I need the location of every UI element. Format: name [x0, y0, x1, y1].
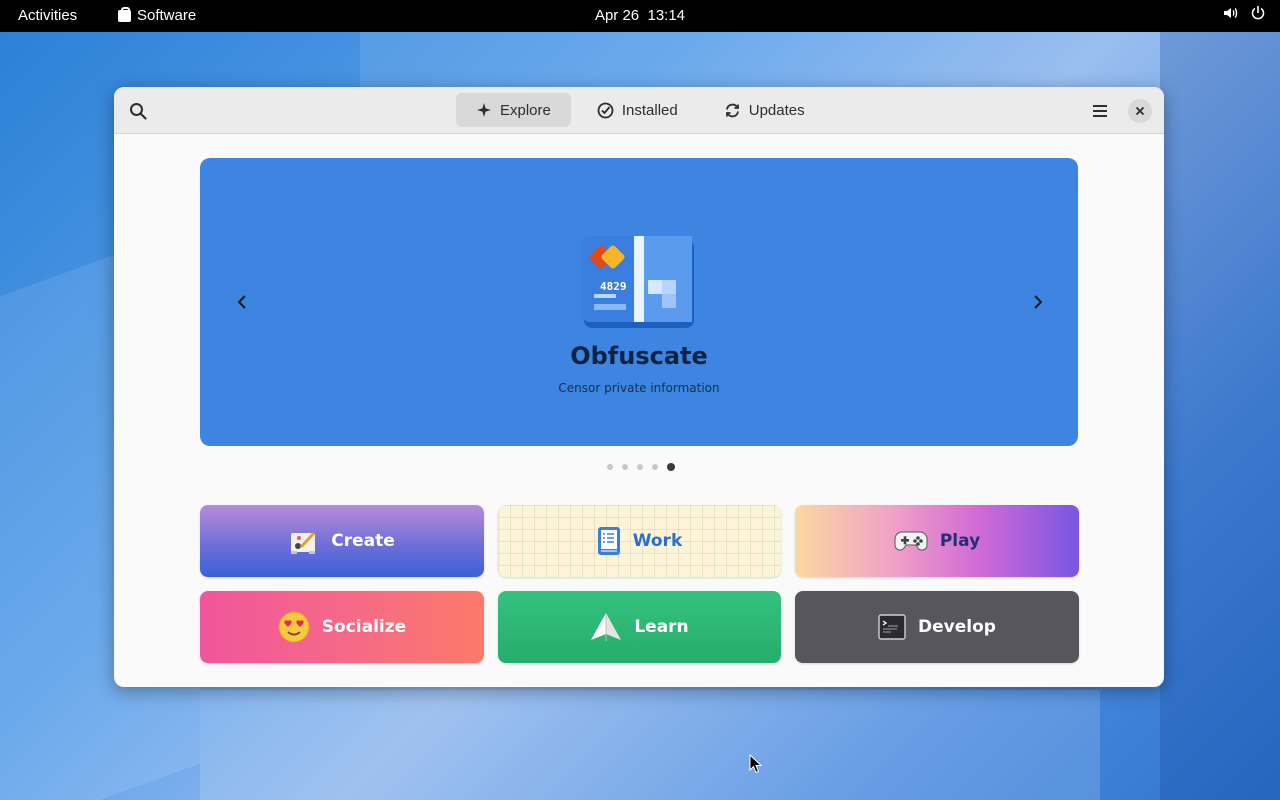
- clock[interactable]: Apr 26 13:14: [595, 7, 685, 24]
- tab-explore-label: Explore: [500, 101, 551, 119]
- main-menu-button[interactable]: [1088, 100, 1112, 122]
- category-socialize-label: Socialize: [321, 617, 407, 637]
- mouse-cursor-icon: [749, 754, 763, 774]
- category-work-label: Work: [632, 531, 683, 551]
- category-play-label: Play: [939, 531, 981, 551]
- tab-updates[interactable]: Updates: [704, 93, 825, 127]
- app-icon-text: 4829: [600, 280, 627, 293]
- view-switcher: Explore Installed Updates: [456, 93, 825, 127]
- tab-explore[interactable]: Explore: [456, 93, 571, 127]
- carousel-dot[interactable]: [652, 464, 658, 470]
- tab-installed[interactable]: Installed: [577, 93, 698, 127]
- category-socialize[interactable]: Socialize: [200, 591, 484, 663]
- hamburger-menu-icon: [1093, 105, 1107, 117]
- search-icon: [130, 103, 147, 120]
- carousel-indicator: [607, 463, 675, 471]
- system-status[interactable]: [1222, 5, 1266, 21]
- category-learn[interactable]: Learn: [498, 591, 781, 663]
- refresh-icon: [725, 103, 739, 117]
- tab-installed-label: Installed: [621, 101, 678, 119]
- close-button[interactable]: [1128, 99, 1152, 123]
- clock-container: Apr 26 13:14: [0, 7, 1280, 24]
- heart-eyes-emoji-icon: [278, 611, 310, 643]
- search-button[interactable]: [126, 99, 150, 123]
- carousel-next-button[interactable]: [1026, 290, 1050, 314]
- featured-app-description: Censor private information: [558, 381, 720, 395]
- paper-plane-icon: [591, 613, 622, 641]
- checklist-icon: [597, 527, 620, 555]
- terminal-icon: [878, 614, 906, 640]
- paint-icon: [291, 531, 316, 554]
- tab-updates-label: Updates: [748, 101, 805, 119]
- gamepad-icon: [894, 531, 928, 551]
- category-develop[interactable]: Develop: [795, 591, 1079, 663]
- carousel-previous-button[interactable]: [230, 290, 254, 314]
- category-create[interactable]: Create: [200, 505, 484, 577]
- power-icon: [1251, 6, 1265, 20]
- carousel-dot[interactable]: [622, 464, 628, 470]
- top-bar: Activities Software Apr 26 13:14: [0, 0, 1280, 32]
- category-work[interactable]: Work: [498, 505, 781, 577]
- volume-icon: [1224, 7, 1238, 19]
- software-window: Explore Installed Updates 4829 Obfuscate…: [114, 87, 1164, 687]
- header-bar: Explore Installed Updates: [114, 87, 1164, 134]
- obfuscate-app-icon: 4829: [582, 234, 698, 330]
- category-create-label: Create: [331, 531, 395, 551]
- category-develop-label: Develop: [918, 617, 996, 637]
- featured-carousel[interactable]: 4829 Obfuscate Censor private informatio…: [200, 158, 1078, 446]
- close-icon: [1135, 106, 1145, 116]
- category-learn-label: Learn: [634, 617, 689, 637]
- carousel-dot[interactable]: [607, 464, 613, 470]
- check-circle-icon: [597, 102, 614, 118]
- chevron-left-icon: [237, 295, 246, 309]
- sparkle-icon: [477, 103, 491, 117]
- chevron-right-icon: [1034, 295, 1043, 309]
- featured-app-name: Obfuscate: [570, 342, 708, 370]
- category-play[interactable]: Play: [795, 505, 1079, 577]
- carousel-dot[interactable]: [637, 464, 643, 470]
- carousel-dot[interactable]: [667, 463, 675, 471]
